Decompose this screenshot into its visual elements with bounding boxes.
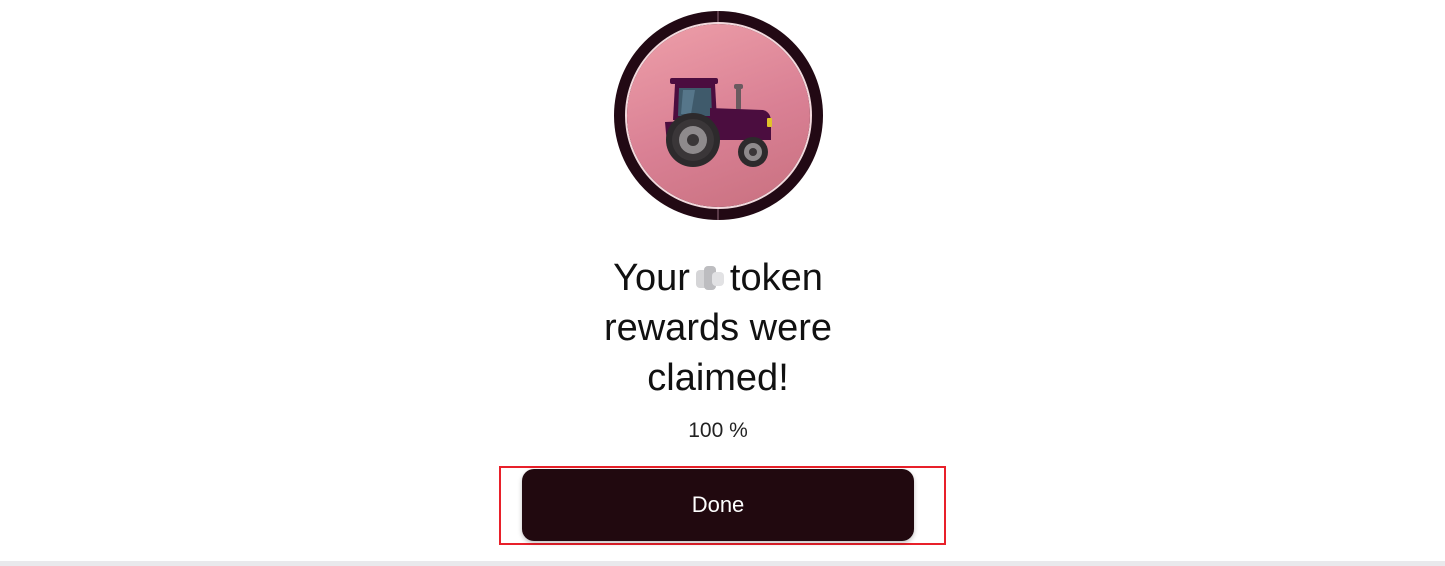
- title-line-3: claimed!: [647, 357, 789, 399]
- bottom-divider: [0, 561, 1445, 566]
- tractor-icon: [665, 78, 772, 167]
- title-line-2: rewards were: [603, 307, 833, 349]
- title-text-token: token: [729, 257, 823, 299]
- done-button[interactable]: Done: [522, 469, 914, 541]
- title-text-your: Your: [613, 257, 690, 299]
- page-title: Your token rewards were claimed!: [568, 253, 868, 403]
- progress-text: 100 %: [688, 419, 748, 442]
- title-line-1: Your token: [568, 253, 868, 303]
- token-icon: [692, 264, 726, 294]
